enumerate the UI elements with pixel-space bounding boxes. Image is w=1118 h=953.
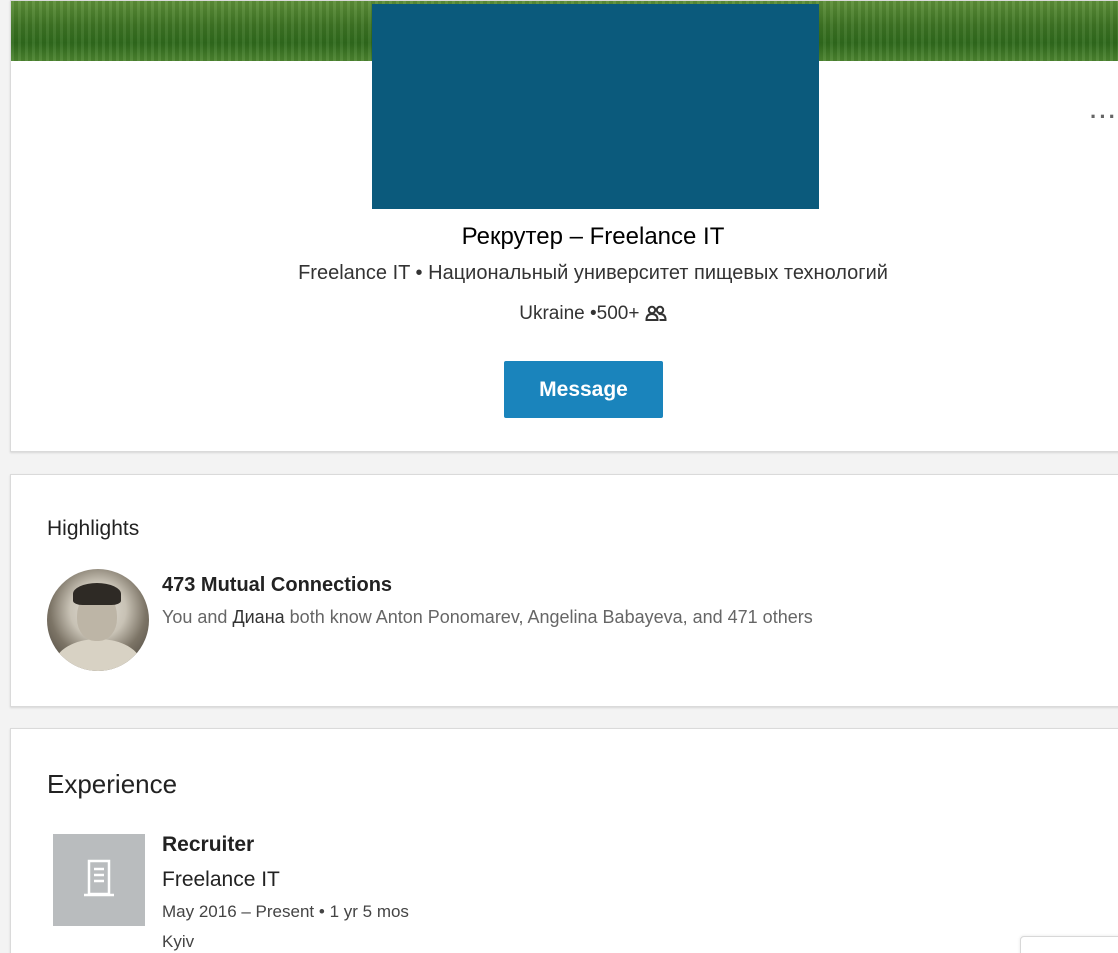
job-company[interactable]: Freelance IT: [162, 868, 280, 892]
profile-headline: Рекрутер – Freelance IT: [11, 223, 1118, 251]
profile-subline: Freelance IT • Национальный университет …: [11, 262, 1118, 285]
job-title: Recruiter: [162, 833, 255, 856]
mutual-desc-prefix: You and: [162, 607, 228, 627]
experience-card: Experience Recruiter Freelance IT May 20…: [10, 728, 1118, 953]
mutual-connections-description: You and Диана both know Anton Ponomarev,…: [162, 607, 813, 628]
mutual-connections-link[interactable]: 473 Mutual Connections: [162, 574, 392, 597]
headline-separator: –: [569, 223, 583, 250]
headline-role: Рекрутер: [461, 223, 563, 250]
headline-company: Freelance IT: [589, 223, 725, 250]
messaging-widget[interactable]: [1020, 936, 1118, 953]
building-icon: [82, 858, 116, 903]
avatar-hair: [73, 583, 121, 605]
people-icon: [645, 303, 667, 324]
highlights-card: Highlights 473 Mutual Connections You an…: [10, 474, 1118, 707]
job-dates: May 2016 – Present • 1 yr 5 mos: [162, 902, 409, 922]
company-logo[interactable]: [53, 834, 145, 926]
ellipsis-icon: ···: [1090, 104, 1118, 129]
job-duration: 1 yr 5 mos: [329, 902, 409, 921]
location-connections-line: Ukraine •500+: [11, 303, 1118, 325]
mutual-desc-name: Диана: [232, 607, 285, 627]
redacted-area: [372, 4, 819, 209]
current-company-link[interactable]: Freelance IT: [298, 262, 410, 284]
highlights-title: Highlights: [47, 517, 140, 540]
job-date-range: May 2016 – Present: [162, 902, 315, 921]
avatar-shoulders: [55, 639, 141, 671]
bullet-separator: •: [318, 902, 325, 921]
profile-page: ··· Рекрутер – Freelance IT Freelance IT…: [0, 0, 1118, 953]
message-button[interactable]: Message: [504, 361, 663, 418]
education-link[interactable]: Национальный университет пищевых техноло…: [428, 262, 888, 284]
experience-title: Experience: [47, 769, 178, 799]
job-location: Kyiv: [162, 932, 195, 951]
connections-count[interactable]: •500+: [590, 303, 639, 324]
more-actions-button[interactable]: ···: [1090, 104, 1118, 129]
bullet-separator: •: [415, 262, 423, 284]
mutual-desc-suffix: both know Anton Ponomarev, Angelina Baba…: [289, 607, 813, 627]
avatar[interactable]: [47, 569, 149, 671]
profile-location: Ukraine: [519, 303, 585, 324]
